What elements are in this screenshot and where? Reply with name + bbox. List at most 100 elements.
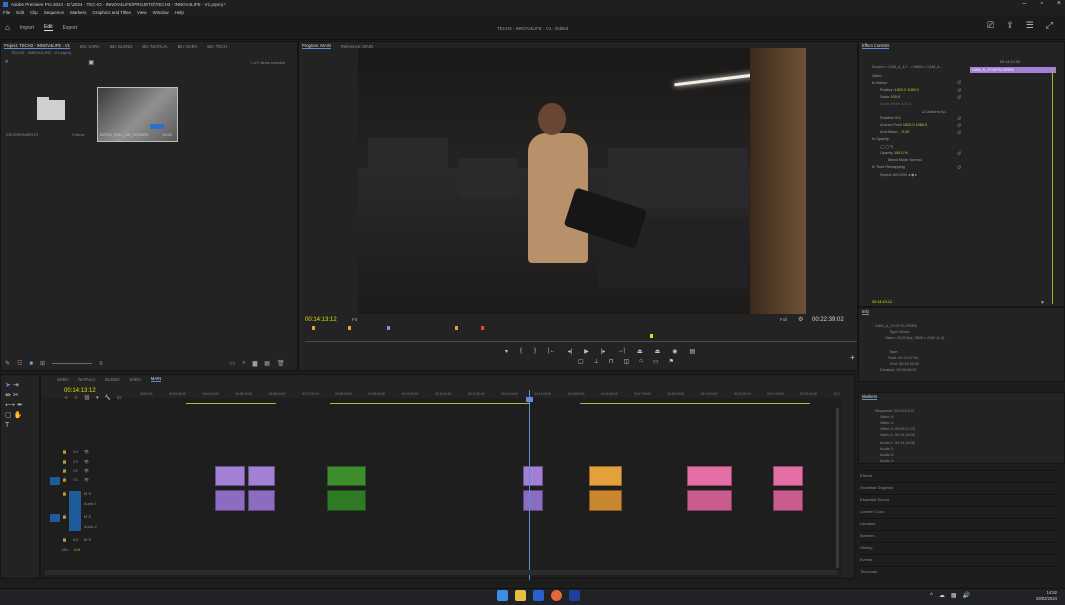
chevron-up-icon[interactable]: ^ (930, 593, 933, 599)
clear-icon[interactable]: 🗑 (277, 360, 285, 367)
fx-row-motion[interactable]: fx Motion (872, 81, 887, 85)
panel-events[interactable]: Events (860, 554, 1058, 565)
panel-timecode[interactable]: Timecode (860, 566, 1058, 577)
tab-sequence-eleno[interactable]: ELENO (105, 377, 119, 382)
clip-v1[interactable] (327, 466, 366, 486)
fx-row-scale[interactable]: Scale 100.0 (880, 95, 900, 99)
effect-source[interactable]: Source • CAM_A_17... • MAIN • CAM_A... (872, 65, 943, 69)
vr-icon[interactable]: ◫ (624, 358, 630, 365)
settings-icon[interactable]: ⚑ (669, 358, 674, 365)
wrench-icon[interactable]: ⚙ (798, 316, 803, 323)
track-header-v3[interactable]: 🔒 V3 👁 (62, 459, 89, 464)
source-patch-a2[interactable] (50, 514, 60, 522)
tab-program[interactable]: Program: MAIN (302, 43, 331, 49)
reset-icon[interactable]: ↺ (957, 116, 961, 122)
multicam-icon[interactable]: ▭ (653, 358, 659, 365)
track-header-v4[interactable]: 🔒 V4 👁 (62, 449, 89, 454)
fullscreen-icon[interactable]: ⤢ (1046, 20, 1053, 31)
start-icon[interactable] (497, 590, 508, 601)
timeline-tracks-area[interactable] (42, 398, 842, 578)
rectangle-tool-icon[interactable]: ▢ ✋ (5, 411, 35, 421)
close-icon[interactable]: × (1057, 0, 1061, 8)
go-to-out-icon[interactable]: →| (617, 348, 625, 355)
clip-v1[interactable] (773, 466, 803, 486)
timeline-ruler[interactable]: 00:00:00 00:03:00:00 00:04:00:00 00:05:0… (140, 392, 840, 398)
sort-icon[interactable]: ≡ (99, 361, 103, 367)
freeform-icon[interactable]: ⊞ (40, 360, 45, 367)
find-icon[interactable]: ⌕ (242, 360, 245, 367)
reset-icon[interactable]: ↺ (957, 95, 961, 101)
marker[interactable] (481, 326, 484, 330)
fx-mask-tools[interactable]: ◯ ▢ ✎ (880, 144, 893, 149)
tab-project[interactable]: Project: TECH3 - INNOV4LIFE - V1 (4, 43, 71, 49)
nest-icon[interactable]: ⊹ (64, 395, 68, 401)
panel-lumetri-color[interactable]: Lumetri Color (860, 506, 1058, 517)
captions-icon[interactable]: ▭ (117, 395, 122, 401)
fx-row-anchor[interactable]: Anchor Point 1920.0 1080.0 (880, 123, 927, 127)
reset-icon[interactable]: ↺ (957, 123, 961, 129)
maximize-icon[interactable]: ▫ (1040, 0, 1042, 8)
type-tool-icon[interactable]: T (5, 421, 35, 431)
ripple-tool-icon[interactable]: ⇹ ✂ (5, 391, 35, 401)
tab-bin-eleno[interactable]: Bin: ELENO (110, 44, 133, 49)
monitor-playhead[interactable] (650, 334, 653, 338)
menu-edit[interactable]: Edit (16, 10, 24, 15)
effect-playhead[interactable] (1052, 68, 1053, 304)
track-header-a3[interactable]: 🔒 A3 M S (62, 537, 91, 542)
timeline-timecode[interactable]: 00:14:13:12 (64, 388, 96, 394)
quick-export-icon[interactable]: ⎚ (987, 20, 994, 31)
source-patch-v1[interactable] (50, 477, 60, 485)
clip-v1[interactable] (248, 466, 275, 486)
premiere-taskbar-icon[interactable] (569, 590, 580, 601)
effect-clip-bar[interactable]: CAM_A_17:00 FLORIPA (970, 67, 1056, 73)
overwrite-icon[interactable]: ⊓ (609, 358, 614, 365)
reset-icon[interactable]: ↺ (957, 165, 961, 171)
timeline-playhead[interactable] (529, 390, 530, 580)
add-marker-tl-icon[interactable]: ▾ (96, 395, 99, 401)
lift-icon[interactable]: ⏏ (637, 348, 643, 355)
hand-tool-icon[interactable]: ✋ (14, 412, 23, 419)
fx-row-blend[interactable]: Blend Mode Normal (888, 158, 922, 162)
sound-icon[interactable]: 🔊 (963, 592, 970, 599)
tab-effect-controls[interactable]: Effect Controls (862, 43, 890, 49)
marker[interactable] (348, 326, 351, 330)
clip-a1[interactable] (248, 490, 275, 511)
menu-sequence[interactable]: Sequence (44, 10, 64, 15)
track-select-icon[interactable]: ⇥ (13, 382, 19, 389)
tab-info[interactable]: Info (862, 309, 869, 315)
menu-markers[interactable]: Markers (70, 10, 86, 15)
reset-icon[interactable]: ↺ (957, 88, 961, 94)
timeline-vertical-scrollbar[interactable] (836, 408, 839, 568)
new-bin-icon[interactable]: ▣ (88, 59, 94, 66)
menu-file[interactable]: File (3, 10, 10, 15)
selection-tool-icon[interactable]: ➤ ⇥ (5, 381, 35, 391)
linked-icon[interactable]: ⛓ (84, 395, 90, 401)
menu-window[interactable]: Window (153, 10, 169, 15)
pen-tool-icon[interactable]: ✒ (17, 402, 23, 409)
icon-view-icon[interactable]: ■ (29, 361, 33, 367)
fx-row-speed[interactable]: Speed 100.00% ◂ ◆ ▸ (880, 172, 917, 177)
audio-target-patch[interactable] (69, 491, 81, 531)
add-marker-icon[interactable]: ▾ (505, 348, 508, 355)
new-bin-bottom-icon[interactable]: ▆ (253, 360, 258, 367)
tab-markers[interactable]: Markers (862, 394, 878, 400)
tab-bin-tech[interactable]: Bin: TECH (207, 44, 227, 49)
fx-row-rotation[interactable]: Rotation 0.0 (880, 116, 901, 120)
step-forward-icon[interactable]: |▸ (601, 348, 606, 355)
wrench-tl-icon[interactable]: 🔧 (105, 395, 111, 401)
magnet-icon[interactable]: ∩ (74, 395, 78, 401)
clip-a1[interactable] (327, 490, 366, 511)
slip-tool-icon[interactable]: ⟷ ✒ (5, 401, 35, 411)
button-editor-icon[interactable]: + (850, 353, 855, 362)
timeline-horizontal-scrollbar[interactable] (44, 570, 839, 575)
extract-icon[interactable]: ⏏ (655, 348, 661, 355)
panel-markers[interactable]: Markers (860, 530, 1058, 541)
fx-row-uniform[interactable]: ☑ Uniform Sc... (922, 109, 948, 114)
marker[interactable] (387, 326, 390, 330)
marker[interactable] (312, 326, 315, 330)
clip-a1[interactable] (215, 490, 245, 511)
program-video-frame[interactable] (358, 48, 806, 314)
clip-v1[interactable] (687, 466, 732, 486)
panel-libraries[interactable]: Libraries (860, 518, 1058, 529)
fx-row-time-remap[interactable]: fx Time Remapping (872, 165, 905, 169)
